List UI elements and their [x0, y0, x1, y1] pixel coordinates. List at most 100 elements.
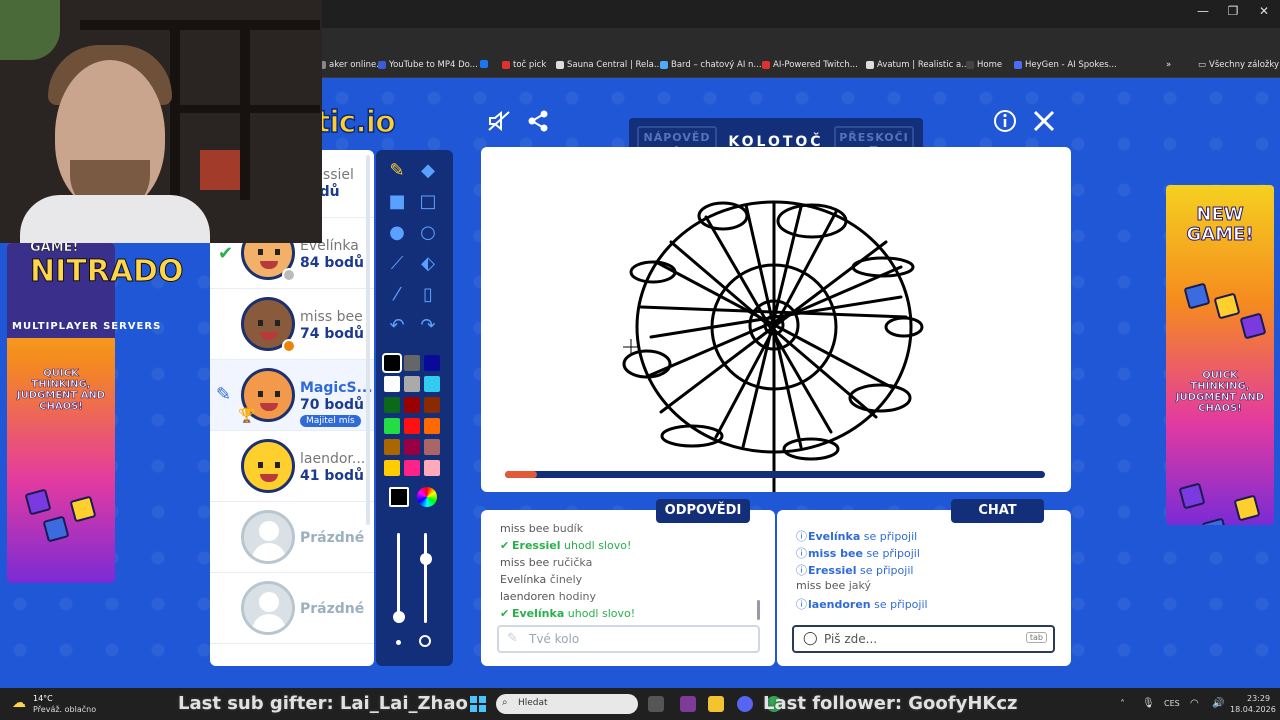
mic-icon[interactable]: 🎙: [1142, 698, 1155, 709]
check-icon: ✔: [500, 607, 510, 620]
clock-time[interactable]: 23:29: [1247, 694, 1270, 703]
rect-outline-icon[interactable]: □: [417, 191, 439, 213]
bookmark-favicon-icon: [866, 61, 874, 69]
stream-overlay-sub-gifter: Last sub gifter: Lai_Lai_Zhao: [178, 693, 468, 714]
color-swatch[interactable]: [424, 460, 440, 476]
eraser-icon[interactable]: ◆: [417, 160, 439, 182]
color-swatch[interactable]: [404, 460, 420, 476]
page-icon[interactable]: ▯: [417, 284, 439, 306]
bookmark-item[interactable]: Bard – chatový AI n...: [660, 60, 762, 70]
all-bookmarks-button[interactable]: ▭ Všechny záložky: [1198, 60, 1279, 70]
clock-date[interactable]: 18.04.2026: [1230, 705, 1276, 714]
minimize-button[interactable]: —: [1188, 4, 1218, 18]
info-icon: ⓘ: [796, 530, 807, 543]
line-icon[interactable]: ⟋: [386, 253, 408, 275]
player-points: 84 bodů: [300, 255, 364, 271]
bookmark-item[interactable]: Sauna Central | Rela...: [556, 60, 662, 70]
all-bookmarks-label: Všechny záložky: [1209, 60, 1280, 70]
message-author: miss bee: [500, 556, 550, 569]
webcam-overlay: [0, 0, 322, 243]
fill-circle-icon[interactable]: ●: [386, 222, 408, 244]
close-window-button[interactable]: ✕: [1249, 4, 1279, 18]
player-list-scrollbar[interactable]: [366, 155, 370, 525]
color-swatch[interactable]: [404, 439, 420, 455]
bookmark-item[interactable]: Home: [966, 60, 1002, 70]
circle-outline-icon[interactable]: ○: [417, 222, 439, 244]
eyedropper-icon[interactable]: ⁄: [386, 284, 408, 306]
tray-chevron-icon[interactable]: ˄: [1120, 699, 1125, 710]
discord-icon[interactable]: [737, 696, 753, 712]
color-swatch[interactable]: [384, 418, 400, 434]
color-wheel-icon[interactable]: [417, 487, 437, 507]
player-name: MagicS...: [300, 380, 373, 396]
windows-start-icon[interactable]: [470, 696, 486, 712]
restore-button[interactable]: ❐: [1218, 4, 1248, 18]
info-icon[interactable]: [992, 108, 1018, 134]
color-swatch[interactable]: [384, 397, 400, 413]
share-icon[interactable]: [525, 108, 551, 134]
bookmark-favicon-icon: [378, 61, 386, 69]
answers-tab[interactable]: ODPOVĚDI: [656, 499, 750, 523]
taskbar-search[interactable]: ⌕ Hledat: [496, 694, 638, 714]
drawing-canvas[interactable]: [481, 147, 1071, 492]
color-swatch[interactable]: [404, 397, 420, 413]
color-swatch[interactable]: [404, 376, 420, 392]
color-swatch[interactable]: [384, 439, 400, 455]
color-swatch[interactable]: [404, 355, 420, 371]
wifi-icon[interactable]: ◠: [1190, 698, 1199, 709]
fill-rect-icon[interactable]: ■: [386, 191, 408, 213]
left-ad-banner[interactable]: QUICK THINKING, JUDGMENT AND CHAOS!: [7, 243, 115, 583]
player-row[interactable]: miss bee 74 bodů: [210, 289, 374, 360]
color-swatch[interactable]: [424, 355, 440, 371]
mute-icon[interactable]: [486, 108, 512, 134]
player-row[interactable]: Prázdné: [210, 573, 374, 644]
player-points: 70 bodů: [300, 397, 364, 413]
opacity-slider[interactable]: [424, 533, 427, 623]
opacity-slider-knob[interactable]: [420, 553, 432, 565]
answers-scrollbar[interactable]: [757, 600, 760, 620]
task-view-icon[interactable]: [648, 696, 664, 712]
bucket-icon[interactable]: ⬖: [417, 253, 439, 275]
redo-icon[interactable]: ↷: [417, 315, 439, 337]
color-swatch[interactable]: [404, 418, 420, 434]
search-label: Hledat: [518, 698, 548, 708]
current-color[interactable]: [389, 487, 409, 507]
guess-input[interactable]: ✎ Tvé kolo: [497, 625, 760, 653]
size-slider[interactable]: [397, 533, 400, 623]
bookmark-item[interactable]: aker online...: [318, 60, 384, 70]
bookmarks-more-button[interactable]: »: [1166, 60, 1171, 70]
chat-message: Evelínka činely: [500, 573, 582, 586]
color-swatch[interactable]: [424, 418, 440, 434]
color-swatch[interactable]: [384, 460, 400, 476]
player-row[interactable]: Prázdné: [210, 502, 374, 573]
right-ad-banner[interactable]: NEW GAME! QUICK THINKING, JUDGMENT AND C…: [1166, 185, 1274, 525]
close-icon[interactable]: [1031, 108, 1057, 134]
bookmark-item[interactable]: YouTube to MP4 Do...: [378, 60, 478, 70]
undo-icon[interactable]: ↶: [386, 315, 408, 337]
color-swatch[interactable]: [424, 376, 440, 392]
bookmark-item[interactable]: toč pick: [502, 60, 546, 70]
slack-icon[interactable]: [680, 696, 696, 712]
pencil-icon[interactable]: ✎: [386, 160, 408, 182]
color-swatch[interactable]: [424, 439, 440, 455]
message-author: laendoren: [808, 598, 871, 611]
color-swatch[interactable]: [424, 397, 440, 413]
bookmark-item[interactable]: Avatum | Realistic a...: [866, 60, 969, 70]
message-author: miss bee: [796, 579, 846, 592]
volume-icon[interactable]: 🔊: [1212, 698, 1224, 709]
size-slider-knob[interactable]: [393, 611, 405, 623]
bookmark-item[interactable]: [480, 60, 491, 68]
chat-tab[interactable]: CHAT: [951, 499, 1044, 523]
player-row[interactable]: laendor... 41 bodů: [210, 431, 374, 502]
message-text: uhodl slovo!: [564, 539, 632, 552]
message-text: se připojil: [874, 598, 928, 611]
color-swatch[interactable]: [384, 376, 400, 392]
bookmark-item[interactable]: HeyGen - AI Spokes...: [1014, 60, 1117, 70]
player-row[interactable]: ✎ 🏆 MagicS... 70 bodů Majitel mís: [210, 360, 374, 431]
color-swatch[interactable]: [382, 353, 402, 373]
bookmark-favicon-icon: [480, 60, 488, 68]
language-indicator[interactable]: CES: [1164, 699, 1180, 708]
folder-icon[interactable]: [708, 696, 724, 712]
chat-input[interactable]: ◯ Piš zde... tab: [792, 625, 1055, 653]
bookmark-item[interactable]: AI-Powered Twitch...: [762, 60, 858, 70]
